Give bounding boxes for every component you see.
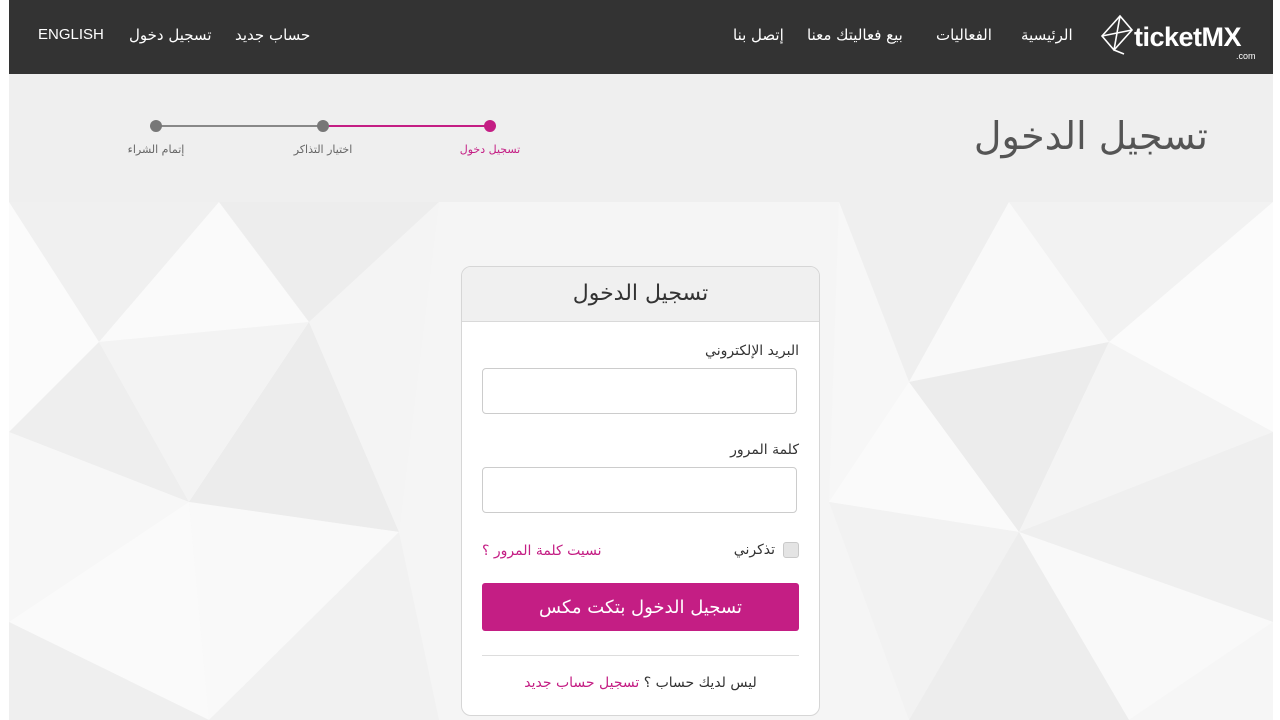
card-divider: [482, 655, 799, 656]
step-connector-pending: [156, 125, 323, 127]
password-label: كلمة المرور: [730, 442, 799, 458]
login-card-title: تسجيل الدخول: [572, 281, 709, 306]
nav-item-sell-events[interactable]: بيع فعاليتك معنا: [807, 26, 903, 44]
signup-link[interactable]: تسجيل حساب جديد: [524, 675, 639, 691]
step-dot-tickets: [317, 120, 329, 132]
register-link[interactable]: حساب جديد: [235, 26, 310, 44]
remember-label: تذكرني: [733, 542, 775, 558]
login-submit-button[interactable]: تسجيل الدخول بتكت مكس: [482, 583, 799, 631]
step-connector-active: [323, 125, 490, 127]
no-account-text: ليس لديك حساب ؟: [643, 675, 757, 691]
step-dot-login: [484, 120, 496, 132]
logo-wordmark[interactable]: ticketMX: [1134, 22, 1242, 53]
page-header: تسجيل الدخول تسجيل دخول اختيار التذاكر إ…: [9, 74, 1273, 202]
language-switch[interactable]: ENGLISH: [38, 26, 104, 43]
login-link[interactable]: تسجيل دخول: [129, 26, 212, 44]
checkout-steps: تسجيل دخول اختيار التذاكر إتمام الشراء: [9, 74, 1273, 202]
step-label-tickets: اختيار التذاكر: [293, 143, 353, 156]
step-label-checkout: إتمام الشراء: [127, 143, 185, 156]
remember-me: تذكرني: [734, 542, 799, 558]
nav-item-events[interactable]: الفعاليات: [936, 26, 992, 44]
nav-item-contact[interactable]: إتصل بنا: [733, 26, 784, 44]
password-field[interactable]: [482, 467, 797, 513]
email-label: البريد الإلكتروني: [705, 343, 799, 359]
right-gutter: [1273, 0, 1280, 720]
logo-suffix: .com: [1236, 51, 1256, 61]
nav-item-home[interactable]: الرئيسية: [1021, 26, 1073, 44]
signup-row: ليس لديك حساب ؟ تسجيل حساب جديد: [462, 675, 819, 691]
login-card: تسجيل الدخول البريد الإلكتروني كلمة المر…: [461, 266, 820, 716]
step-label-login: تسجيل دخول: [459, 143, 521, 156]
login-card-header: تسجيل الدخول: [462, 267, 819, 322]
email-field[interactable]: [482, 368, 797, 414]
forgot-password-link[interactable]: نسيت كلمة المرور ؟: [482, 543, 602, 559]
top-navbar: ticketMX .com الرئيسية الفعاليات بيع فعا…: [9, 0, 1273, 74]
remember-checkbox[interactable]: [783, 542, 799, 558]
step-dot-checkout: [150, 120, 162, 132]
page-frame: ticketMX .com الرئيسية الفعاليات بيع فعا…: [9, 0, 1273, 720]
